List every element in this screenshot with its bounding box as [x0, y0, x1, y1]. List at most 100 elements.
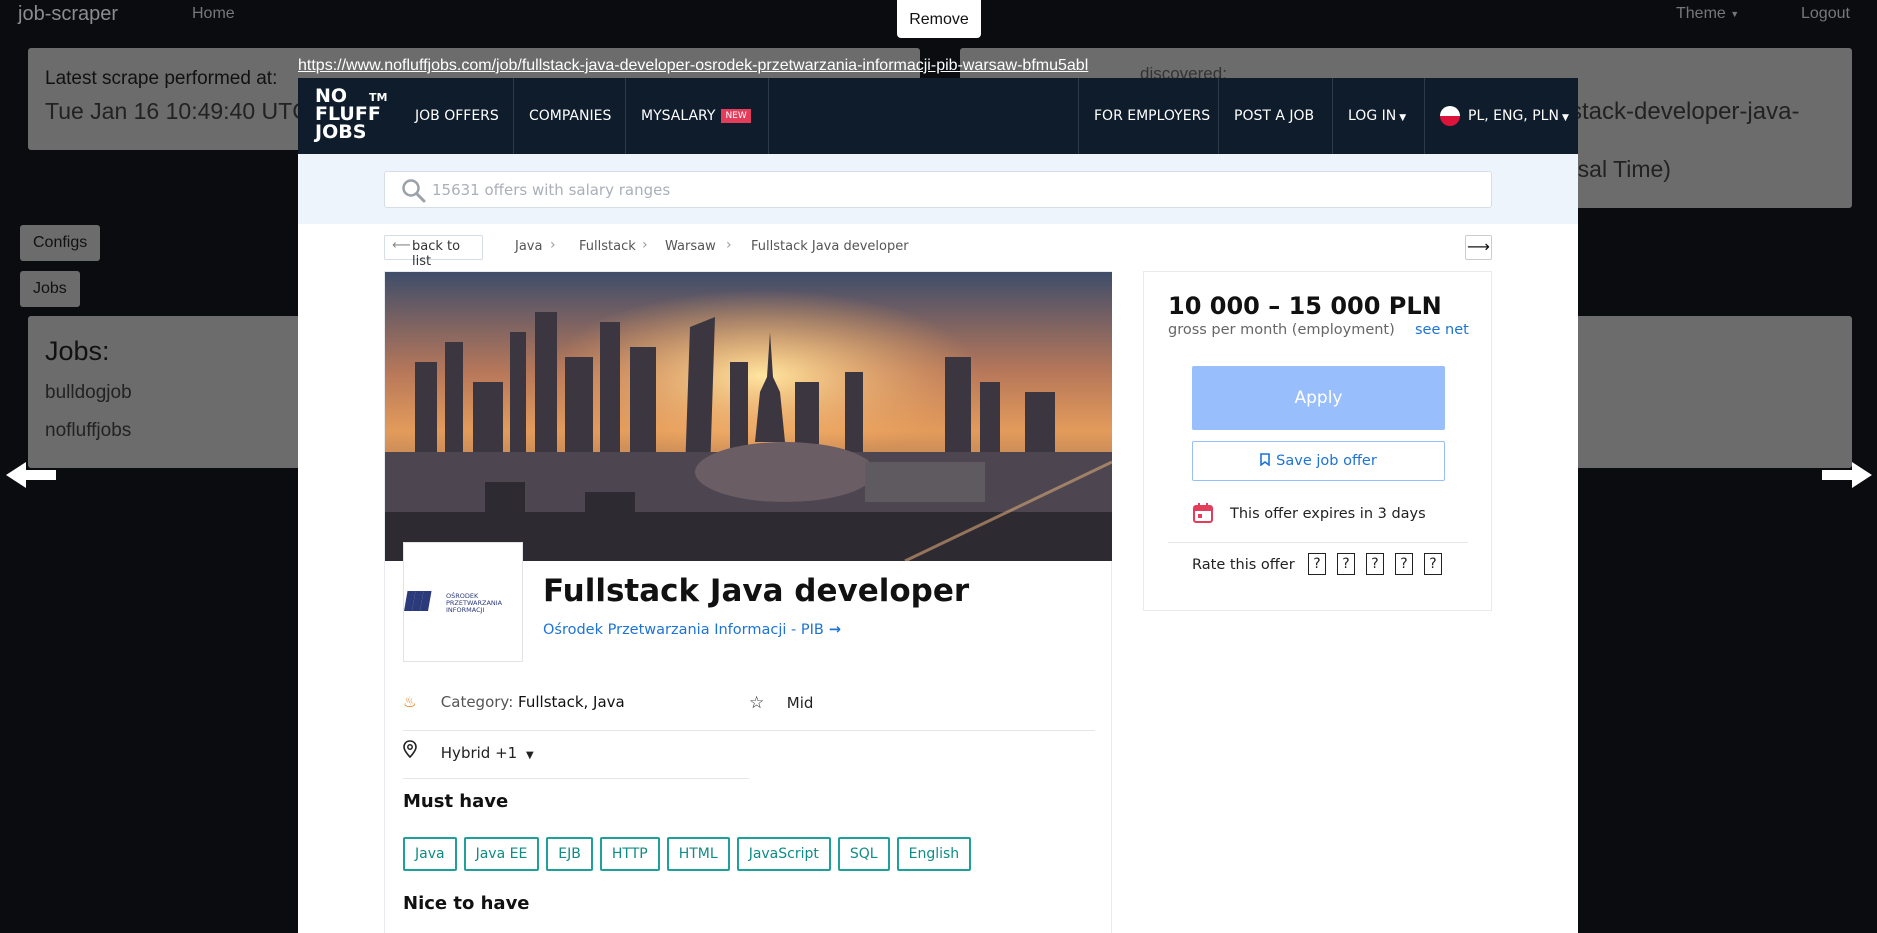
- remove-button[interactable]: Remove: [897, 0, 981, 38]
- breadcrumb-item[interactable]: Warsaw: [665, 239, 716, 254]
- configs-button[interactable]: Configs: [20, 225, 101, 261]
- jobs-button[interactable]: Jobs: [20, 271, 80, 307]
- breadcrumb-item: Fullstack Java developer: [751, 239, 909, 254]
- rating-star-icon[interactable]: ?: [1337, 553, 1355, 575]
- breadcrumb: ⟵ back to list Java › Fullstack › Warsaw …: [384, 235, 1492, 269]
- skill-tag[interactable]: SQL: [837, 837, 890, 871]
- company-link[interactable]: Ośrodek Przetwarzania Informacji - PIB →: [543, 622, 841, 638]
- chevron-right-icon: ›: [642, 237, 648, 253]
- breadcrumb-item[interactable]: Java: [515, 239, 542, 254]
- search-icon: [402, 179, 426, 203]
- chevron-down-icon: ▼: [1561, 113, 1569, 123]
- prev-arrow-icon[interactable]: [6, 460, 58, 495]
- chevron-down-icon: ▼: [525, 750, 534, 761]
- nav-for-employers[interactable]: FOR EMPLOYERS: [1079, 78, 1225, 154]
- rate-offer-label: Rate this offer: [1192, 557, 1295, 573]
- new-badge: NEW: [721, 109, 751, 123]
- company-logo-image: OŚRODEK PRZETWARZANIA INFORMACJI: [404, 591, 503, 614]
- nav-mysalary[interactable]: MYSALARY NEW: [626, 78, 766, 154]
- latest-scrape-label: Latest scrape performed at:: [45, 68, 278, 89]
- rating-star-icon[interactable]: ?: [1424, 553, 1442, 575]
- salary-card: 10 000 – 15 000 PLN gross per month (emp…: [1143, 271, 1492, 611]
- jobs-heading: Jobs:: [45, 336, 110, 366]
- breadcrumb-item[interactable]: Fullstack: [579, 239, 636, 254]
- nice-to-have-heading: Nice to have: [403, 893, 530, 914]
- category-row: ♨ Category: Fullstack, Java: [403, 693, 625, 711]
- skill-tag[interactable]: HTML: [666, 837, 730, 871]
- city-skyline-image: [385, 272, 1112, 561]
- category-value: Fullstack, Java: [518, 693, 625, 711]
- salary-type: gross per month (employment): [1168, 322, 1395, 338]
- rate-offer-row: Rate this offer ?????: [1192, 553, 1442, 575]
- poland-flag-icon: [1440, 106, 1460, 126]
- arrow-left-icon: ⟵: [392, 238, 411, 253]
- app-brand[interactable]: job-scraper: [18, 3, 118, 26]
- rating-stars: ?????: [1308, 553, 1453, 575]
- seniority-row: ☆ Mid: [749, 693, 813, 713]
- skill-tag[interactable]: Java EE: [463, 837, 540, 871]
- search-placeholder: 15631 offers with salary ranges: [432, 181, 671, 199]
- skill-tag[interactable]: EJB: [546, 837, 593, 871]
- company-logo-text: INFORMACJI: [446, 606, 485, 614]
- nav-log-in[interactable]: LOG IN ▼: [1333, 78, 1421, 154]
- job-source-item[interactable]: bulldogjob: [45, 382, 132, 404]
- rating-star-icon[interactable]: ?: [1308, 553, 1326, 575]
- location-row[interactable]: Hybrid +1 ▼: [403, 740, 534, 762]
- salary-range: 10 000 – 15 000 PLN: [1168, 292, 1442, 320]
- apply-button[interactable]: Apply: [1192, 366, 1445, 430]
- must-have-heading: Must have: [403, 791, 509, 812]
- skill-tag[interactable]: English: [896, 837, 972, 871]
- latest-scrape-value: Tue Jan 16 10:49:40 UTC: [45, 98, 309, 124]
- skill-tag[interactable]: JavaScript: [736, 837, 831, 871]
- logo-trademark: TM: [369, 91, 388, 104]
- nfj-navbar: NO FLUFF JOBS TM JOB OFFERS COMPANIES MY…: [298, 78, 1578, 154]
- nav-companies[interactable]: COMPANIES: [514, 78, 626, 154]
- expiry-notice: This offer expires in 3 days: [1192, 502, 1426, 528]
- chevron-down-icon: ▼: [1399, 113, 1407, 123]
- skill-tag[interactable]: Java: [403, 837, 457, 871]
- nav-log-in-label: LOG IN: [1348, 108, 1397, 124]
- nav-locale[interactable]: PL, ENG, PLN ▼: [1425, 78, 1578, 154]
- seniority-value: Mid: [786, 694, 814, 712]
- back-to-list-button[interactable]: ⟵ back to list: [384, 235, 483, 269]
- job-preview-modal: NO FLUFF JOBS TM JOB OFFERS COMPANIES MY…: [298, 78, 1578, 933]
- nav-home-link[interactable]: Home: [192, 5, 235, 23]
- job-url-link[interactable]: https://www.nofluffjobs.com/job/fullstac…: [298, 57, 1088, 75]
- nav-locale-label: PL, ENG, PLN: [1468, 108, 1559, 124]
- nav-logout-link[interactable]: Logout: [1801, 5, 1850, 23]
- nav-divider: [768, 78, 769, 154]
- back-to-list-label: back to list: [412, 239, 461, 269]
- arrow-right-icon: →: [828, 622, 841, 638]
- job-source-item[interactable]: nofluffjobs: [45, 420, 131, 442]
- save-job-offer-label: Save job offer: [1276, 453, 1377, 469]
- job-content-card: OŚRODEK PRZETWARZANIA INFORMACJI Fullsta…: [384, 271, 1112, 933]
- nav-job-offers[interactable]: JOB OFFERS: [400, 78, 514, 154]
- rating-star-icon[interactable]: ?: [1395, 553, 1413, 575]
- expiry-text: This offer expires in 3 days: [1230, 506, 1426, 522]
- divider: [1168, 542, 1468, 543]
- company-logo[interactable]: OŚRODEK PRZETWARZANIA INFORMACJI: [403, 542, 523, 662]
- next-arrow-icon[interactable]: [1820, 460, 1872, 495]
- nfj-logo[interactable]: NO FLUFF JOBS TM: [315, 87, 387, 142]
- nav-theme-dropdown[interactable]: Theme ▼: [1676, 5, 1739, 23]
- save-job-offer-button[interactable]: Save job offer: [1192, 441, 1445, 481]
- see-net-link[interactable]: see net: [1415, 322, 1469, 338]
- discovered-value-line2: rsal Time): [1570, 156, 1671, 182]
- nav-post-a-job[interactable]: POST A JOB: [1219, 78, 1329, 154]
- must-have-tags: Java Java EE EJB HTTP HTML JavaScript SQL Engli…: [403, 837, 978, 871]
- nav-theme-label: Theme: [1676, 5, 1726, 22]
- chevron-down-icon: ▼: [1730, 8, 1740, 19]
- rating-star-icon[interactable]: ?: [1366, 553, 1384, 575]
- divider: [403, 778, 749, 779]
- search-input[interactable]: 15631 offers with salary ranges: [384, 171, 1492, 208]
- location-value: Hybrid +1: [440, 744, 518, 762]
- discovered-value-line1: stack-developer-java-: [1570, 98, 1800, 125]
- star-icon: ☆: [749, 693, 765, 713]
- category-label: Category:: [440, 693, 514, 711]
- chevron-right-icon: ›: [726, 237, 732, 253]
- search-band: 15631 offers with salary ranges: [298, 154, 1578, 224]
- skill-tag[interactable]: HTTP: [599, 837, 660, 871]
- divider: [403, 730, 1095, 731]
- next-offer-button[interactable]: ⟶: [1465, 235, 1492, 260]
- job-title: Fullstack Java developer: [543, 573, 970, 609]
